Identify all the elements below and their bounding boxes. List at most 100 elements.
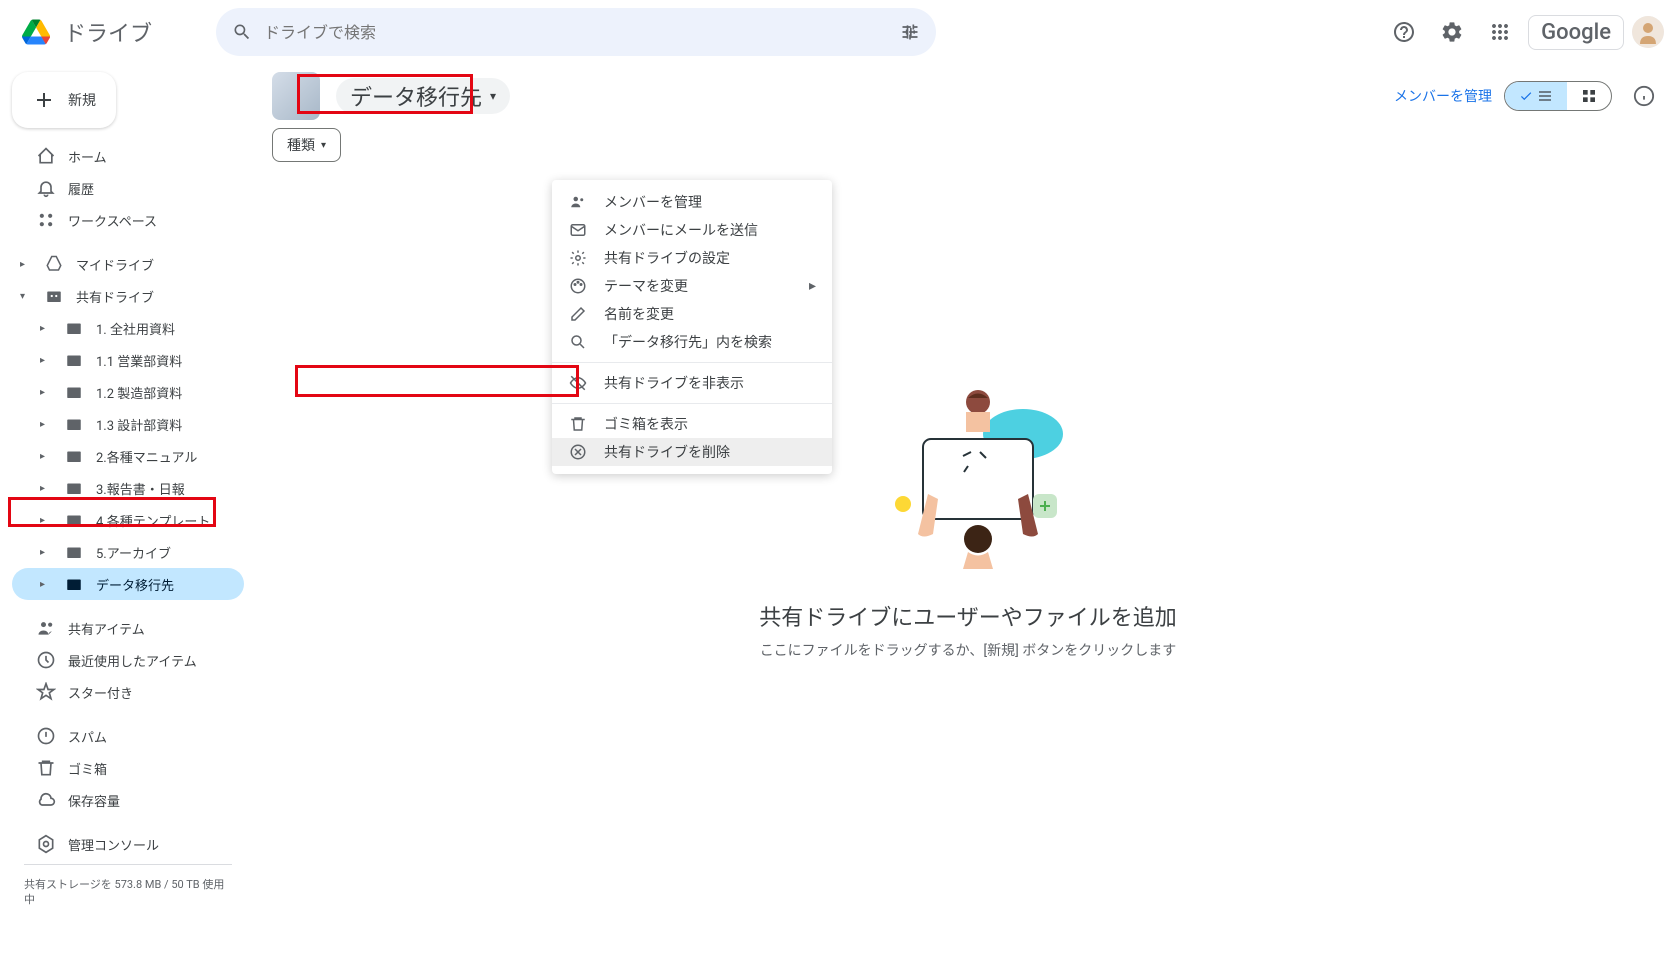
nav-label: データ移行先 — [96, 575, 174, 594]
nav-admin-console[interactable]: 管理コンソール — [12, 828, 244, 860]
avatar[interactable] — [1632, 16, 1664, 48]
nav-label: ワークスペース — [68, 211, 157, 230]
menu-search-in-drive[interactable]: 「データ移行先」内を検索 — [552, 328, 832, 356]
nav-label: 3.報告書・日報 — [96, 479, 185, 498]
drive-folder-icon — [64, 543, 84, 561]
grid-view-button[interactable] — [1567, 82, 1611, 110]
nav-workspace[interactable]: ワークスペース — [12, 204, 244, 236]
logo[interactable]: ドライブ — [16, 12, 216, 52]
chevron-right-icon: ▸ — [40, 579, 52, 590]
menu-change-theme[interactable]: テーマを変更▸ — [552, 272, 832, 300]
nav-label: 保存容量 — [68, 791, 120, 810]
sidebar-drive-item[interactable]: ▸2.各種マニュアル — [12, 440, 244, 472]
google-logo[interactable]: Google — [1528, 15, 1624, 50]
view-toggle — [1504, 81, 1612, 111]
chevron-down-icon: ▾ — [490, 89, 496, 103]
nav-shared-drives[interactable]: ▾ 共有ドライブ — [12, 280, 244, 312]
nav-label: 最近使用したアイテム — [68, 651, 197, 670]
delete-icon — [568, 443, 588, 461]
menu-label: メンバーを管理 — [604, 192, 702, 212]
edit-icon — [568, 305, 588, 323]
nav-my-drive[interactable]: ▸ マイドライブ — [12, 248, 244, 280]
context-menu: メンバーを管理 メンバーにメールを送信 共有ドライブの設定 テーマを変更▸ 名前… — [552, 180, 832, 474]
menu-rename[interactable]: 名前を変更 — [552, 300, 832, 328]
nav-trash[interactable]: ゴミ箱 — [12, 752, 244, 784]
menu-drive-settings[interactable]: 共有ドライブの設定 — [552, 244, 832, 272]
sidebar: 新規 ホーム 履歴 ワークスペース ▸ マイドライブ ▾ 共有ドライブ ▸ 1. … — [0, 64, 256, 963]
apps-icon[interactable] — [1480, 12, 1520, 52]
nav-label: 1.3 設計部資料 — [96, 415, 182, 434]
nav-label: マイドライブ — [76, 255, 154, 274]
drive-folder-icon — [64, 447, 84, 465]
nav-label: 1.2 製造部資料 — [96, 383, 182, 402]
nav-shared-with-me[interactable]: 共有アイテム — [12, 612, 244, 644]
search-bar[interactable] — [216, 8, 936, 56]
chevron-right-icon: ▸ — [40, 419, 52, 430]
menu-view-trash[interactable]: ゴミ箱を表示 — [552, 410, 832, 438]
nav-home[interactable]: ホーム — [12, 140, 244, 172]
manage-members-link[interactable]: メンバーを管理 — [1394, 86, 1492, 106]
sidebar-drive-item[interactable]: ▸ 1.3 設計部資料 — [12, 408, 244, 440]
chevron-right-icon: ▸ — [40, 387, 52, 398]
chevron-right-icon: ▸ — [40, 547, 52, 558]
people-icon — [36, 618, 56, 638]
nav-starred[interactable]: スター付き — [12, 676, 244, 708]
search-options-icon[interactable] — [900, 22, 920, 42]
shared-drive-icon — [44, 287, 64, 305]
nav-spam[interactable]: スパム — [12, 720, 244, 752]
nav-label: 4.各種テンプレート — [96, 511, 210, 530]
drive-folder-icon — [64, 383, 84, 401]
cloud-icon — [36, 790, 56, 810]
empty-subtitle: ここにファイルをドラッグするか、[新規] ボタンをクリックします — [668, 640, 1268, 660]
chevron-down-icon: ▾ — [321, 140, 326, 151]
menu-label: 共有ドライブを削除 — [604, 442, 730, 462]
breadcrumb-dropdown[interactable]: データ移行先 ▾ — [336, 78, 510, 114]
admin-icon — [36, 834, 56, 854]
menu-label: メンバーにメールを送信 — [604, 220, 758, 240]
hide-icon — [568, 374, 588, 392]
filter-type-chip[interactable]: 種類 ▾ — [272, 128, 341, 162]
new-button[interactable]: 新規 — [12, 72, 116, 128]
sidebar-drive-item[interactable]: ▸ 1. 全社用資料 — [12, 312, 244, 344]
chevron-right-icon: ▸ — [40, 323, 52, 334]
info-icon[interactable] — [1624, 76, 1664, 116]
my-drive-icon — [44, 255, 64, 273]
chevron-right-icon: ▸ — [20, 259, 32, 270]
spam-icon — [36, 726, 56, 746]
nav-label: ゴミ箱 — [68, 759, 107, 778]
nav-label: 1. 全社用資料 — [96, 319, 175, 338]
main-header: データ移行先 ▾ メンバーを管理 — [272, 72, 1664, 120]
search-icon — [568, 333, 588, 351]
logo-text: ドライブ — [64, 16, 152, 48]
nav-label: 履歴 — [68, 179, 94, 198]
nav-label: 共有アイテム — [68, 619, 145, 638]
sidebar-drive-item[interactable]: ▸1.1 営業部資料 — [12, 344, 244, 376]
menu-hide-drive[interactable]: 共有ドライブを非表示 — [552, 369, 832, 397]
menu-label: 「データ移行先」内を検索 — [604, 332, 772, 352]
drive-folder-icon — [64, 511, 84, 529]
drive-folder-icon — [64, 319, 84, 337]
help-icon[interactable] — [1384, 12, 1424, 52]
menu-manage-members[interactable]: メンバーを管理 — [552, 188, 832, 216]
palette-icon — [568, 277, 588, 295]
menu-label: 共有ドライブの設定 — [604, 248, 730, 268]
sidebar-drive-item[interactable]: ▸ 1.2 製造部資料 — [12, 376, 244, 408]
list-view-button[interactable] — [1505, 82, 1567, 110]
clock-icon — [36, 650, 56, 670]
sidebar-drive-item-selected[interactable]: ▸ データ移行先 — [12, 568, 244, 600]
search-icon — [232, 22, 252, 42]
nav-recent[interactable]: 最近使用したアイテム — [12, 644, 244, 676]
menu-delete-drive[interactable]: 共有ドライブを削除 — [552, 438, 832, 466]
menu-label: 名前を変更 — [604, 304, 674, 324]
sidebar-drive-item[interactable]: ▸ 3.報告書・日報 — [12, 472, 244, 504]
chevron-right-icon: ▸ — [40, 483, 52, 494]
storage-text: 共有ストレージを 573.8 MB / 50 TB 使用中 — [12, 869, 244, 916]
sidebar-drive-item[interactable]: ▸4.各種テンプレート — [12, 504, 244, 536]
menu-email-members[interactable]: メンバーにメールを送信 — [552, 216, 832, 244]
settings-icon[interactable] — [1432, 12, 1472, 52]
sidebar-drive-item[interactable]: ▸5.アーカイブ — [12, 536, 244, 568]
nav-storage[interactable]: 保存容量 — [12, 784, 244, 816]
nav-label: 共有ドライブ — [76, 287, 154, 306]
nav-activity[interactable]: 履歴 — [12, 172, 244, 204]
search-input[interactable] — [264, 23, 888, 42]
